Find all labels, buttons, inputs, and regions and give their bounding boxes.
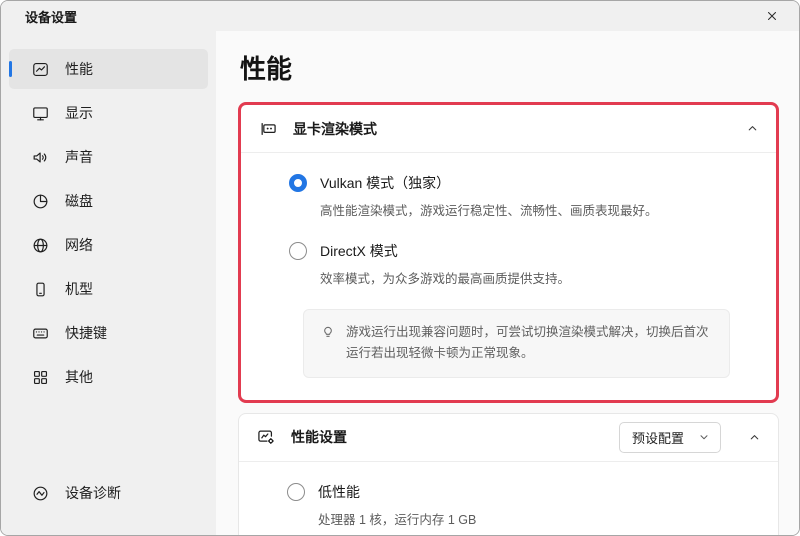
- directx-option-label: DirectX 模式: [320, 241, 398, 261]
- vulkan-option-label: Vulkan 模式（独家）: [320, 173, 450, 193]
- low-performance-option: 低性能 处理器 1 核，运行内存 1 GB: [287, 482, 754, 528]
- performance-settings-body: 低性能 处理器 1 核，运行内存 1 GB 中性能: [239, 462, 778, 536]
- vulkan-radio-row[interactable]: Vulkan 模式（独家）: [289, 173, 752, 193]
- close-button[interactable]: [759, 4, 785, 28]
- vulkan-option: Vulkan 模式（独家） 高性能渲染模式，游戏运行稳定性、流畅性、画质表现最好…: [289, 173, 752, 219]
- page-title: 性能: [240, 49, 779, 86]
- diagnostic-pulse-icon: [31, 484, 50, 503]
- render-mode-tip: 游戏运行出现兼容问题时，可尝试切换渲染模式解决，切换后首次运行若出现轻微卡顿为正…: [303, 309, 730, 378]
- sidebar-item-other[interactable]: 其他: [9, 357, 208, 397]
- render-mode-title: 显卡渲染模式: [293, 119, 731, 139]
- render-mode-section: 显卡渲染模式 Vulkan 模式（独家） 高性能渲染模式，游戏运行稳定性、流畅性…: [238, 102, 779, 403]
- gpu-icon: [258, 119, 278, 139]
- grid-icon: [31, 368, 50, 387]
- render-mode-body: Vulkan 模式（独家） 高性能渲染模式，游戏运行稳定性、流畅性、画质表现最好…: [241, 153, 776, 400]
- window-title: 设备设置: [25, 7, 77, 26]
- sidebar: 性能 显示 声音: [1, 31, 216, 536]
- sidebar-item-label: 性能: [65, 59, 93, 79]
- trend-chart-icon: [31, 60, 50, 79]
- performance-settings-section: 性能设置 预设配置: [238, 413, 779, 536]
- sidebar-item-sound[interactable]: 声音: [9, 137, 208, 177]
- device-settings-window: 设备设置 性能: [0, 0, 800, 536]
- sidebar-item-label: 设备诊断: [65, 483, 121, 503]
- render-mode-header[interactable]: 显卡渲染模式: [241, 105, 776, 152]
- sidebar-item-label: 快捷键: [65, 323, 107, 343]
- sidebar-item-label: 网络: [65, 235, 93, 255]
- preset-config-label: 预设配置: [632, 428, 684, 447]
- close-icon: [765, 9, 779, 23]
- directx-radio-row[interactable]: DirectX 模式: [289, 241, 752, 261]
- low-performance-radio-row[interactable]: 低性能: [287, 482, 754, 502]
- sidebar-item-label: 声音: [65, 147, 93, 167]
- preset-config-dropdown[interactable]: 预设配置: [619, 422, 721, 453]
- sidebar-item-display[interactable]: 显示: [9, 93, 208, 133]
- sidebar-item-diagnostics[interactable]: 设备诊断: [9, 473, 208, 513]
- keyboard-icon: [31, 324, 50, 343]
- chevron-up-icon[interactable]: [748, 431, 761, 444]
- globe-icon: [31, 236, 50, 255]
- tip-text: 游戏运行出现兼容问题时，可尝试切换渲染模式解决，切换后首次运行若出现轻微卡顿为正…: [346, 322, 713, 365]
- sidebar-item-label: 机型: [65, 279, 93, 299]
- sidebar-item-performance[interactable]: 性能: [9, 49, 208, 89]
- sidebar-item-shortcuts[interactable]: 快捷键: [9, 313, 208, 353]
- sidebar-item-model[interactable]: 机型: [9, 269, 208, 309]
- chevron-up-icon[interactable]: [746, 122, 759, 135]
- speaker-icon: [31, 148, 50, 167]
- lightbulb-icon: [320, 324, 336, 340]
- chart-gear-icon: [256, 427, 276, 447]
- performance-settings-header[interactable]: 性能设置 预设配置: [239, 414, 778, 461]
- sidebar-item-disk[interactable]: 磁盘: [9, 181, 208, 221]
- sidebar-item-label: 其他: [65, 367, 93, 387]
- directx-option-description: 效率模式，为众多游戏的最高画质提供支持。: [320, 268, 752, 287]
- pie-chart-icon: [31, 192, 50, 211]
- main-content: 性能 显卡渲染模式: [216, 31, 799, 536]
- low-performance-label: 低性能: [318, 482, 360, 502]
- sidebar-item-label: 显示: [65, 103, 93, 123]
- directx-option: DirectX 模式 效率模式，为众多游戏的最高画质提供支持。: [289, 241, 752, 287]
- device-icon: [31, 280, 50, 299]
- radio-unchecked-icon[interactable]: [287, 483, 305, 501]
- titlebar: 设备设置: [1, 1, 799, 31]
- low-performance-description: 处理器 1 核，运行内存 1 GB: [318, 509, 754, 528]
- monitor-icon: [31, 104, 50, 123]
- performance-settings-title: 性能设置: [291, 427, 604, 447]
- vulkan-option-description: 高性能渲染模式，游戏运行稳定性、流畅性、画质表现最好。: [320, 200, 752, 219]
- sidebar-item-network[interactable]: 网络: [9, 225, 208, 265]
- sidebar-item-label: 磁盘: [65, 191, 93, 211]
- radio-checked-icon[interactable]: [289, 174, 307, 192]
- radio-unchecked-icon[interactable]: [289, 242, 307, 260]
- chevron-down-icon: [698, 431, 710, 443]
